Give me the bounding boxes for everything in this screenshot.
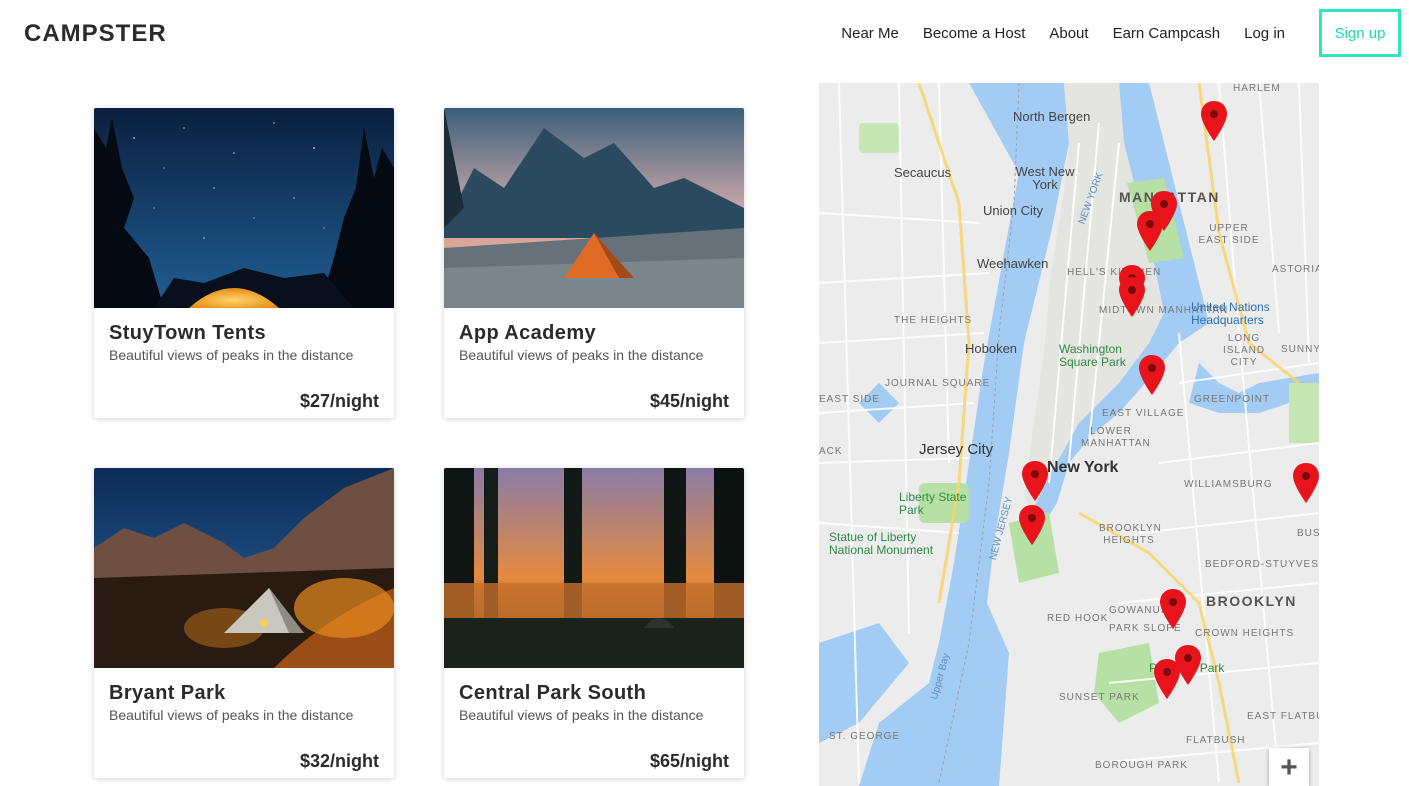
listing-image: [94, 108, 394, 308]
map-pin[interactable]: [1201, 101, 1227, 141]
map-label-greenpoint: GREENPOINT: [1194, 394, 1271, 405]
map-label-borough-park: BOROUGH PARK: [1095, 760, 1188, 771]
map-pin[interactable]: [1137, 211, 1163, 251]
brand-logo[interactable]: CAMPSTER: [24, 20, 167, 48]
signup-button[interactable]: Sign up: [1319, 9, 1401, 57]
map-label-hoboken: Hoboken: [965, 341, 1018, 356]
map-label-st-george: ST. GEORGE: [829, 731, 901, 742]
listing-card[interactable]: StuyTown Tents Beautiful views of peaks …: [94, 108, 394, 418]
listing-card[interactable]: Bryant Park Beautiful views of peaks in …: [94, 468, 394, 778]
listing-description: Beautiful views of peaks in the distance: [109, 347, 354, 363]
map-label-ack: ACK: [819, 446, 843, 457]
map-pin[interactable]: [1119, 277, 1145, 317]
map-label-brooklyn: BROOKLYN: [1206, 593, 1297, 609]
map-label-secaucus: Secaucus: [894, 165, 952, 180]
map-pin[interactable]: [1293, 463, 1319, 503]
top-navbar: CAMPSTER Near Me Become a Host About Ear…: [0, 0, 1409, 68]
map-pin[interactable]: [1154, 659, 1180, 699]
map-label-hells-kitchen: HELL'S KITCHEN: [1067, 267, 1162, 278]
nav-link-login[interactable]: Log in: [1244, 25, 1285, 42]
map-label-journal-square: JOURNAL SQUARE: [885, 378, 991, 389]
map-label-bus: BUS: [1297, 528, 1319, 539]
nav-links: Near Me Become a Host About Earn Campcas…: [817, 9, 1401, 57]
map-label-east-village: EAST VILLAGE: [1102, 408, 1185, 419]
map-label-united-nations: United Nations Headquarters: [1191, 300, 1270, 327]
map-pin[interactable]: [1022, 461, 1048, 501]
nav-link-near-me[interactable]: Near Me: [841, 25, 899, 42]
listing-price: $32/night: [299, 751, 379, 771]
zoom-in-button[interactable]: +: [1269, 748, 1309, 786]
map-view[interactable]: New York MANHATTAN BROOKLYN Jersey City …: [819, 83, 1319, 786]
map-label-east-flatbush: EAST FLATBUSH: [1247, 711, 1319, 722]
map-label-flatbush: FLATBUSH: [1186, 735, 1246, 746]
map-label-the-heights: THE HEIGHTS: [894, 315, 973, 326]
listing-card[interactable]: App Academy Beautiful views of peaks in …: [444, 108, 744, 418]
listing-image: [444, 468, 744, 668]
listing-price: $45/night: [649, 391, 729, 411]
map-label-sunset-park: SUNSET PARK: [1059, 692, 1140, 703]
listing-title: App Academy: [459, 322, 597, 344]
map-label-brooklyn-heights: BROOKLYN HEIGHTS: [1099, 523, 1162, 546]
listing-description: Beautiful views of peaks in the distance: [459, 347, 704, 363]
map-pin[interactable]: [1019, 505, 1045, 545]
listing-price: $65/night: [649, 751, 729, 771]
listing-card[interactable]: Central Park South Beautiful views of pe…: [444, 468, 744, 778]
listing-description: Beautiful views of peaks in the distance: [459, 707, 704, 723]
listing-image: [94, 468, 394, 668]
map-label-weehawken: Weehawken: [977, 256, 1049, 271]
nav-link-about[interactable]: About: [1049, 25, 1088, 42]
map-label-upper-east-side: UPPER EAST SIDE: [1198, 223, 1260, 246]
map-label-red-hook: RED HOOK: [1047, 613, 1109, 624]
map-pin[interactable]: [1160, 589, 1186, 629]
map-label-east-side: EAST SIDE: [819, 394, 881, 405]
map-label-lower-manhattan: LOWER MANHATTAN: [1081, 426, 1151, 449]
map-label-statue-of-liberty: Statue of Liberty National Monument: [829, 530, 934, 557]
map-label-liberty-state-park: Liberty State Park: [899, 490, 967, 517]
map-pin[interactable]: [1139, 355, 1165, 395]
map-label-washington-square-park: Washington Square Park: [1059, 342, 1126, 369]
listing-image: [444, 108, 744, 308]
map-label-harlem: HARLEM: [1233, 83, 1281, 94]
map-label-williamsburg: WILLIAMSBURG: [1184, 479, 1273, 490]
nav-link-earn-campcash[interactable]: Earn Campcash: [1113, 25, 1221, 42]
map-label-union-city: Union City: [983, 203, 1043, 218]
listing-title: Central Park South: [459, 682, 647, 704]
map-label-crown-heights: CROWN HEIGHTS: [1195, 628, 1295, 639]
map-label-sunny: SUNNY: [1281, 344, 1319, 355]
map-label-jersey-city: Jersey City: [919, 441, 994, 458]
map-label-west-new-york: West New York: [1015, 164, 1075, 192]
map-label-long-island-city: LONG ISLAND CITY: [1222, 333, 1266, 368]
map-label-new-york: New York: [1047, 459, 1119, 476]
nav-link-become-host[interactable]: Become a Host: [923, 25, 1026, 42]
map-label-north-bergen: North Bergen: [1013, 109, 1091, 124]
listing-title: StuyTown Tents: [109, 322, 267, 344]
map-label-bedford-stuyvesant: BEDFORD-STUYVESANT: [1205, 559, 1319, 570]
listing-description: Beautiful views of peaks in the distance: [109, 707, 354, 723]
listing-title: Bryant Park: [109, 682, 226, 704]
listing-price: $27/night: [299, 391, 379, 411]
map-label-astoria: ASTORIA: [1272, 264, 1319, 275]
